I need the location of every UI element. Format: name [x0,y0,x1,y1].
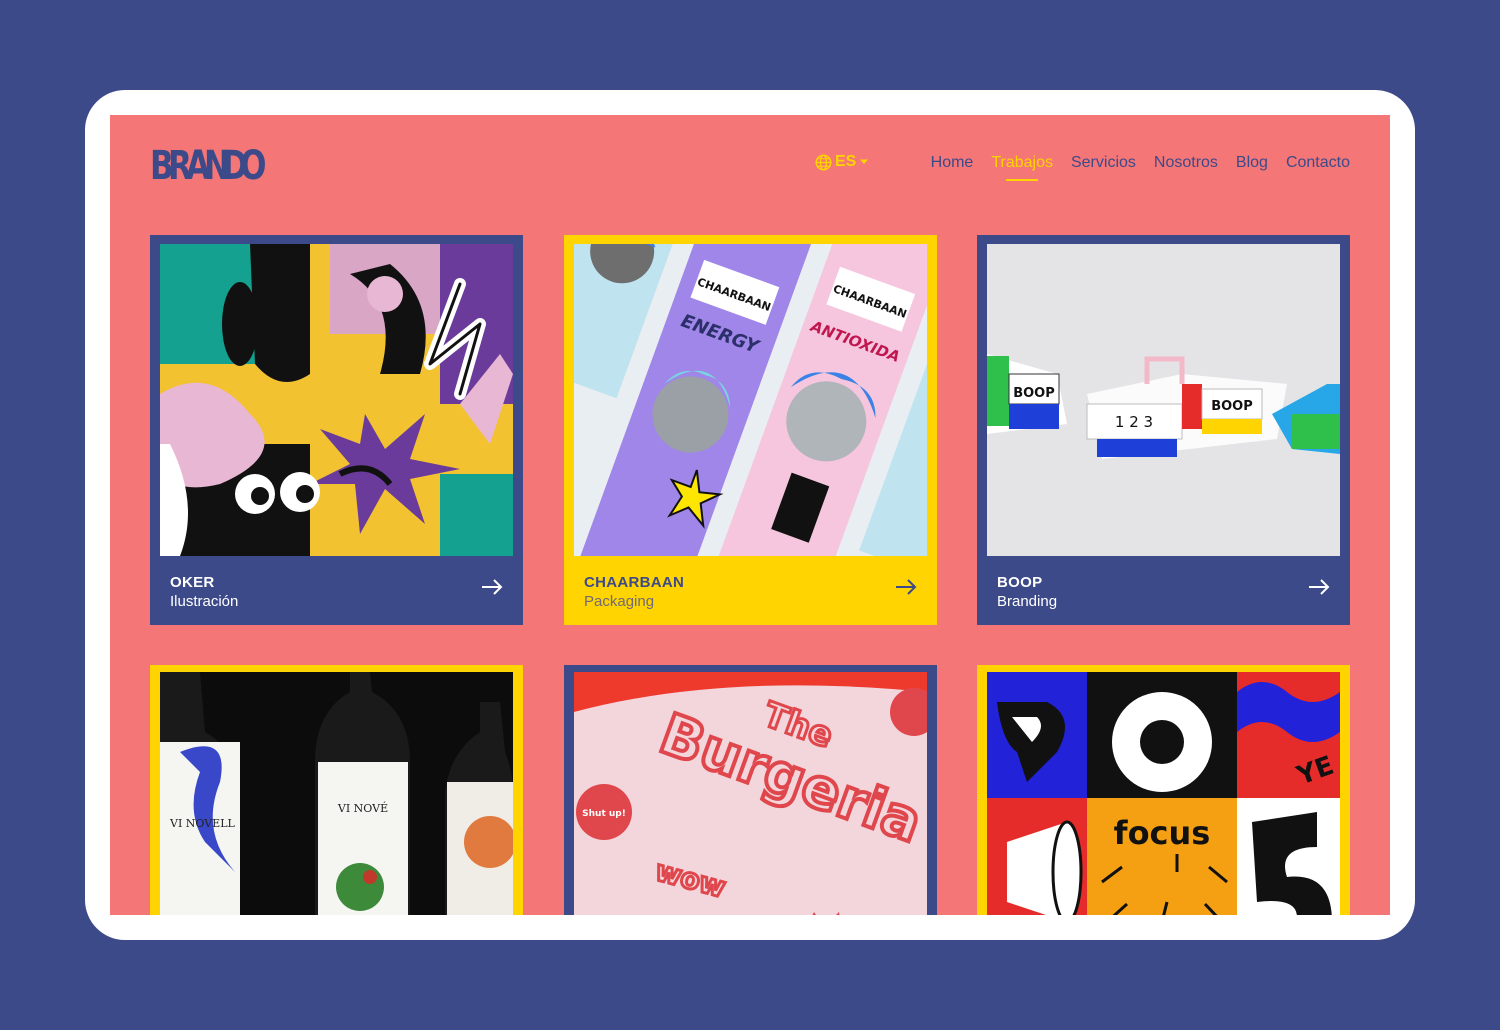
arrow-right-icon[interactable] [1308,579,1330,600]
poster-focus-text: focus [1114,814,1211,852]
language-label: ES [835,153,857,170]
project-title: CHAARBAAN [584,574,685,591]
project-title: BOOP [997,574,1043,591]
brand-logo[interactable]: B R A N D O [150,143,267,189]
project-category: Packaging [584,593,655,610]
logo-letter: A [186,143,210,189]
project-card-chaarbaan[interactable]: CHAARBAAN ENERGY CHAARBAAN ANTIOXIDA CHA… [564,235,937,625]
box-numbers: 1 2 3 [1115,413,1153,431]
project-card-posters[interactable]: YE focus [977,665,1350,915]
burgeria-paper-photo: The Burgeria Shut up! wow [574,672,927,915]
chaarbaan-packaging-photo: CHAARBAAN ENERGY CHAARBAAN ANTIOXIDA [574,244,927,556]
main-navigation: Home Trabajos Servicios Nosotros Blog Co… [931,153,1350,173]
project-card-wine[interactable]: VI NOVELL VI NOVÉ [150,665,523,915]
logo-letter: R [168,143,192,189]
nav-trabajos[interactable]: Trabajos [991,153,1053,173]
project-thumbnail [160,244,513,556]
wine-label-text: VI NOVÉ [337,801,388,815]
logo-letter: B [150,143,174,189]
project-category: Branding [997,593,1058,610]
globe-icon [815,154,832,170]
nav-servicios[interactable]: Servicios [1071,153,1136,173]
box-label: BOOP [1013,386,1055,401]
project-thumbnail: YE focus [987,672,1340,915]
nav-nosotros[interactable]: Nosotros [1154,153,1218,173]
boop-branding-photo: BOOP 1 2 3 BOOP [987,244,1340,556]
arrow-right-icon[interactable] [481,579,503,600]
project-card-burgeria[interactable]: The Burgeria Shut up! wow [564,665,937,915]
box-label: BOOP [1211,399,1253,414]
logo-letter: O [240,143,267,189]
project-thumbnail: BOOP 1 2 3 BOOP [987,244,1340,556]
nav-blog[interactable]: Blog [1236,153,1268,173]
website-viewport: B R A N D O ES Home Trabajos Servicios N… [110,115,1390,915]
nav-contacto[interactable]: Contacto [1286,153,1350,173]
project-category: Ilustración [170,593,239,610]
logo-letter: N [204,143,230,189]
arrow-right-icon[interactable] [895,579,917,600]
project-thumbnail: CHAARBAAN ENERGY CHAARBAAN ANTIOXIDA [574,244,927,556]
project-card-boop[interactable]: BOOP 1 2 3 BOOP BOOP Branding [977,235,1350,625]
sticker-text: Shut up! [582,809,626,819]
project-title: OKER [170,574,215,591]
typographic-posters: YE focus [987,672,1340,915]
language-selector[interactable]: ES [815,153,869,171]
project-thumbnail: VI NOVELL VI NOVÉ [160,672,513,915]
oker-illustration [160,244,513,556]
wine-bottles-photo: VI NOVELL VI NOVÉ [160,672,513,915]
project-card-oker[interactable]: OKER Ilustración [150,235,523,625]
logo-letter: D [222,143,248,189]
caret-down-icon [860,159,869,164]
wine-label-text: VI NOVELL [169,817,236,830]
nav-home[interactable]: Home [931,153,974,173]
project-thumbnail: The Burgeria Shut up! wow [574,672,927,915]
